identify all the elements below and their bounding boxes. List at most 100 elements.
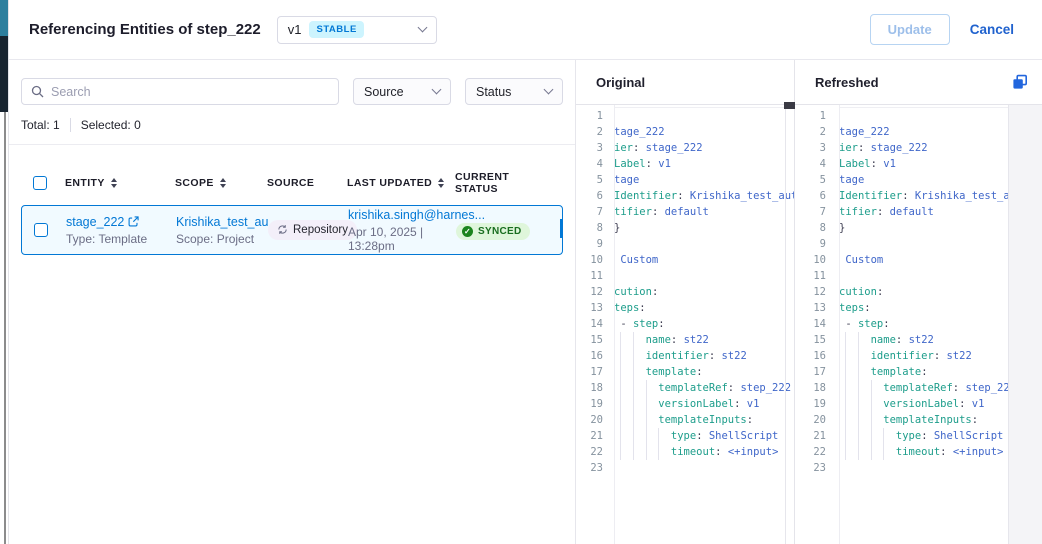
underlying-page-edge — [0, 0, 8, 544]
code-line: 8} — [795, 220, 1042, 236]
cancel-button[interactable]: Cancel — [970, 22, 1014, 37]
column-header-entity[interactable]: ENTITY — [65, 177, 175, 189]
code-line: 21 type: ShellScript — [795, 428, 1042, 444]
column-header-last-updated[interactable]: LAST UPDATED — [347, 177, 455, 189]
code-line: 15 name: st22 — [795, 332, 1042, 348]
search-input[interactable] — [51, 85, 329, 99]
line-number: 8 — [576, 220, 610, 236]
line-number: 18 — [576, 380, 610, 396]
line-number: 22 — [795, 444, 835, 460]
line-content: type: ShellScript — [610, 428, 794, 444]
line-number: 19 — [576, 396, 610, 412]
source-filter-dropdown[interactable]: Source — [353, 78, 451, 105]
line-content — [610, 108, 794, 124]
code-line: 13teps: — [795, 300, 1042, 316]
line-number: 6 — [576, 188, 610, 204]
line-number: 23 — [576, 460, 610, 476]
version-label: v1 — [288, 22, 302, 37]
line-content: ier: stage_222 — [610, 140, 794, 156]
entity-link[interactable]: stage_222 — [66, 215, 176, 229]
line-number: 7 — [795, 204, 835, 220]
chevron-right-icon[interactable] — [560, 219, 562, 238]
editor-ruler — [785, 105, 786, 544]
line-content: identifier: st22 — [610, 348, 794, 364]
entities-pane: Source Status Total: 1 Selected: 0 — [9, 60, 576, 544]
update-button[interactable]: Update — [870, 14, 950, 45]
scope-cell: Krishika_test_au... Scope: Project — [176, 215, 268, 246]
code-line: 2tage_222 — [576, 124, 794, 140]
nav-edge-line — [4, 112, 6, 544]
line-content: Identifier: Krishika_test_autocreation — [610, 188, 794, 204]
original-code-editor[interactable]: 12tage_2223ier: stage_2224Label: v15tage… — [576, 105, 794, 544]
line-content: name: st22 — [610, 332, 794, 348]
scrollbar-zone[interactable] — [1009, 105, 1042, 544]
summary-divider — [70, 118, 71, 132]
search-box[interactable] — [21, 78, 339, 105]
code-line: 9 — [576, 236, 794, 252]
line-content: tage — [610, 172, 794, 188]
line-content — [610, 268, 794, 284]
sort-icon[interactable] — [111, 178, 117, 188]
diff-sash-handle[interactable] — [784, 102, 795, 109]
code-line: 10 Custom — [576, 252, 794, 268]
code-line: 12cution: — [576, 284, 794, 300]
line-number: 21 — [576, 428, 610, 444]
nav-edge-dark — [0, 36, 8, 112]
line-number: 1 — [576, 108, 610, 124]
code-line: 17 template: — [795, 364, 1042, 380]
status-filter-dropdown[interactable]: Status — [465, 78, 563, 105]
selection-summary: Total: 1 Selected: 0 — [9, 105, 575, 132]
scope-link[interactable]: Krishika_test_au... — [176, 215, 268, 229]
status-badge: ✓ SYNCED — [456, 223, 530, 240]
selected-count: Selected: 0 — [81, 118, 141, 132]
code-line: 4Label: v1 — [576, 156, 794, 172]
code-line: 14 - step: — [576, 316, 794, 332]
sort-icon[interactable] — [220, 178, 226, 188]
table-header: ENTITY SCOPE SOURCE LAST UPDATED — [21, 171, 563, 195]
code-line: 8} — [576, 220, 794, 236]
code-line: 3ier: stage_222 — [795, 140, 1042, 156]
refreshed-code-editor[interactable]: 12tage_2223ier: stage_2224Label: v15tage… — [795, 105, 1042, 544]
select-all-checkbox[interactable] — [33, 176, 47, 190]
line-content: } — [610, 220, 794, 236]
table-row[interactable]: stage_222 Type: Template Krishika_test_a… — [21, 205, 563, 255]
line-number: 7 — [576, 204, 610, 220]
code-line: 5tage — [576, 172, 794, 188]
line-number: 20 — [795, 412, 835, 428]
row-checkbox[interactable] — [34, 223, 48, 237]
line-number: 9 — [576, 236, 610, 252]
code-line: 12cution: — [795, 284, 1042, 300]
line-number: 8 — [795, 220, 835, 236]
code-line: 22 timeout: <+input> — [576, 444, 794, 460]
code-line: 2tage_222 — [795, 124, 1042, 140]
line-content: template: — [610, 364, 794, 380]
column-header-current-status: CURRENT STATUS — [455, 171, 545, 195]
sort-icon[interactable] — [438, 178, 444, 188]
line-content: templateInputs: — [610, 412, 794, 428]
line-number: 3 — [795, 140, 835, 156]
copy-button[interactable] — [1012, 74, 1028, 90]
updated-by[interactable]: krishika.singh@harnes... — [348, 208, 456, 222]
version-selector[interactable]: v1 STABLE — [277, 16, 437, 44]
gutter-divider — [614, 105, 615, 544]
code-line: 7tifier: default — [576, 204, 794, 220]
line-content: Custom — [610, 252, 794, 268]
source-badge: Repository — [268, 220, 357, 240]
code-line: 20 templateInputs: — [576, 412, 794, 428]
section-divider — [9, 144, 575, 145]
column-header-scope[interactable]: SCOPE — [175, 177, 267, 189]
line-number: 23 — [795, 460, 835, 476]
check-icon: ✓ — [462, 226, 473, 237]
code-line: 6Identifier: Krishika_test_autocreation — [795, 188, 1042, 204]
code-line: 3ier: stage_222 — [576, 140, 794, 156]
line-number: 12 — [795, 284, 835, 300]
line-content: versionLabel: v1 — [610, 396, 794, 412]
refreshed-title: Refreshed — [815, 75, 879, 90]
line-content: cution: — [610, 284, 794, 300]
refreshed-pane: Refreshed 12tage_2223ier: — [794, 60, 1042, 544]
row-expand-cell — [546, 221, 562, 239]
stable-badge: STABLE — [309, 21, 363, 38]
line-number: 16 — [795, 348, 835, 364]
code-line: 21 type: ShellScript — [576, 428, 794, 444]
line-content: teps: — [610, 300, 794, 316]
